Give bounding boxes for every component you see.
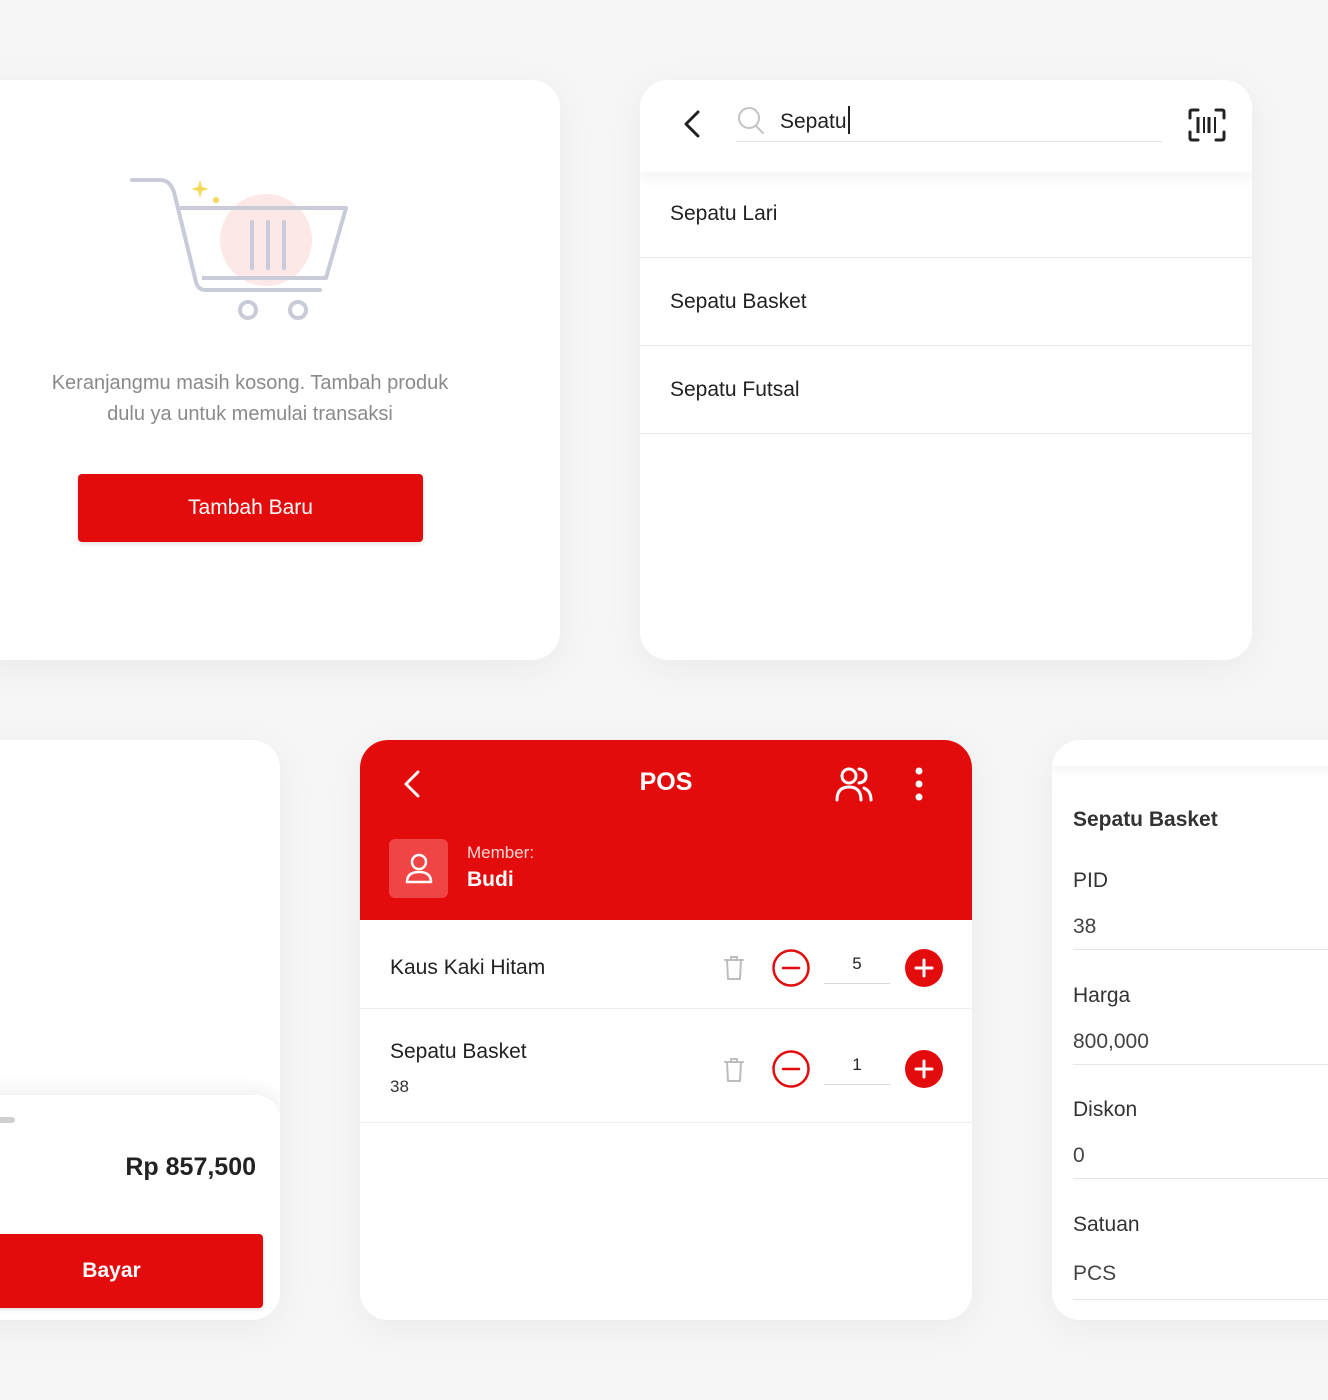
field-label-satuan: Satuan	[1073, 1213, 1140, 1236]
page-title: POS	[639, 768, 693, 796]
search-result-item[interactable]: Sepatu Lari	[640, 170, 1252, 258]
product-name: Sepatu Basket	[1073, 808, 1218, 831]
empty-cart-message-line1: Keranjangmu masih kosong. Tambah produk	[51, 372, 449, 394]
search-result-item[interactable]: Sepatu Futsal	[640, 346, 1252, 434]
empty-cart-illustration	[130, 178, 348, 320]
search-result-item[interactable]: Sepatu Basket	[640, 258, 1252, 346]
plus-circle-icon[interactable]	[904, 948, 944, 988]
text-caret	[847, 106, 850, 134]
cart-item-row: Kaus Kaki Hitam 5	[360, 920, 972, 1009]
barcode-scan-icon[interactable]	[1188, 108, 1226, 142]
field-divider	[1073, 1064, 1328, 1065]
minus-circle-icon[interactable]	[771, 1049, 811, 1089]
member-name: Budi	[467, 868, 514, 891]
field-divider	[1073, 1178, 1328, 1179]
back-arrow-icon[interactable]	[680, 108, 704, 140]
plus-circle-icon[interactable]	[904, 1049, 944, 1089]
search-result-label: Sepatu Lari	[670, 201, 778, 225]
search-result-label: Sepatu Basket	[670, 289, 807, 313]
field-label-diskon: Diskon	[1073, 1098, 1138, 1121]
cart-item-variant: 38	[390, 1077, 409, 1096]
payment-bottom-sheet: Rp 857,500 Bayar	[0, 1095, 280, 1320]
payment-card: Rp 857,500 Bayar	[0, 740, 280, 1320]
search-result-label: Sepatu Futsal	[670, 377, 800, 401]
field-value-diskon[interactable]: 0	[1073, 1144, 1085, 1168]
product-detail-card: Sepatu Basket PID 38 Harga 800,000 Disko…	[1052, 740, 1328, 1320]
search-input-value: Sepatu	[780, 110, 847, 133]
field-label-pid: PID	[1073, 869, 1109, 892]
field-divider	[1073, 949, 1328, 950]
users-icon[interactable]	[834, 764, 874, 804]
search-input[interactable]: Sepatu	[780, 106, 850, 134]
member-avatar[interactable]	[389, 839, 448, 898]
search-icon	[738, 107, 764, 134]
field-divider	[1073, 1299, 1328, 1300]
quantity-underline	[824, 1084, 890, 1085]
empty-cart-card: Keranjangmu masih kosong. Tambah produk …	[0, 80, 560, 660]
add-new-button[interactable]: Tambah Baru	[78, 474, 423, 542]
member-label: Member:	[467, 843, 535, 862]
cart-item-row: Sepatu Basket 38 1	[360, 1009, 972, 1123]
search-card: Sepatu Sepatu Lari Sepatu Basket Sepatu …	[640, 80, 1252, 660]
empty-cart-message: Keranjangmu masih kosong. Tambah produk …	[0, 368, 500, 430]
search-header: Sepatu	[640, 80, 1252, 172]
field-value-harga[interactable]: 800,000	[1073, 1030, 1149, 1054]
user-icon	[405, 853, 432, 883]
cart-item-name: Sepatu Basket	[390, 1040, 527, 1063]
pos-header: POS Member: Budi	[360, 740, 972, 920]
detail-top-bar	[1052, 740, 1328, 766]
sheet-drag-handle[interactable]	[0, 1117, 15, 1123]
quantity-input[interactable]: 1	[824, 1055, 890, 1075]
total-amount: Rp 857,500	[125, 1153, 256, 1181]
pay-button[interactable]: Bayar	[0, 1234, 263, 1308]
pos-card: POS Member: Budi Kaus Kaki Hitam 5 Sepat…	[360, 740, 972, 1320]
more-vertical-icon[interactable]	[912, 766, 926, 802]
search-underline	[736, 141, 1162, 142]
minus-circle-icon[interactable]	[771, 948, 811, 988]
trash-icon[interactable]	[722, 954, 746, 982]
field-label-harga: Harga	[1073, 984, 1131, 1007]
quantity-input[interactable]: 5	[824, 954, 890, 974]
field-value-satuan[interactable]: PCS	[1073, 1262, 1116, 1286]
empty-cart-message-line2: dulu ya untuk memulai transaksi	[107, 403, 393, 425]
quantity-underline	[824, 983, 890, 984]
cart-item-name: Kaus Kaki Hitam	[390, 956, 546, 979]
field-value-pid[interactable]: 38	[1073, 915, 1096, 939]
trash-icon[interactable]	[722, 1056, 746, 1084]
